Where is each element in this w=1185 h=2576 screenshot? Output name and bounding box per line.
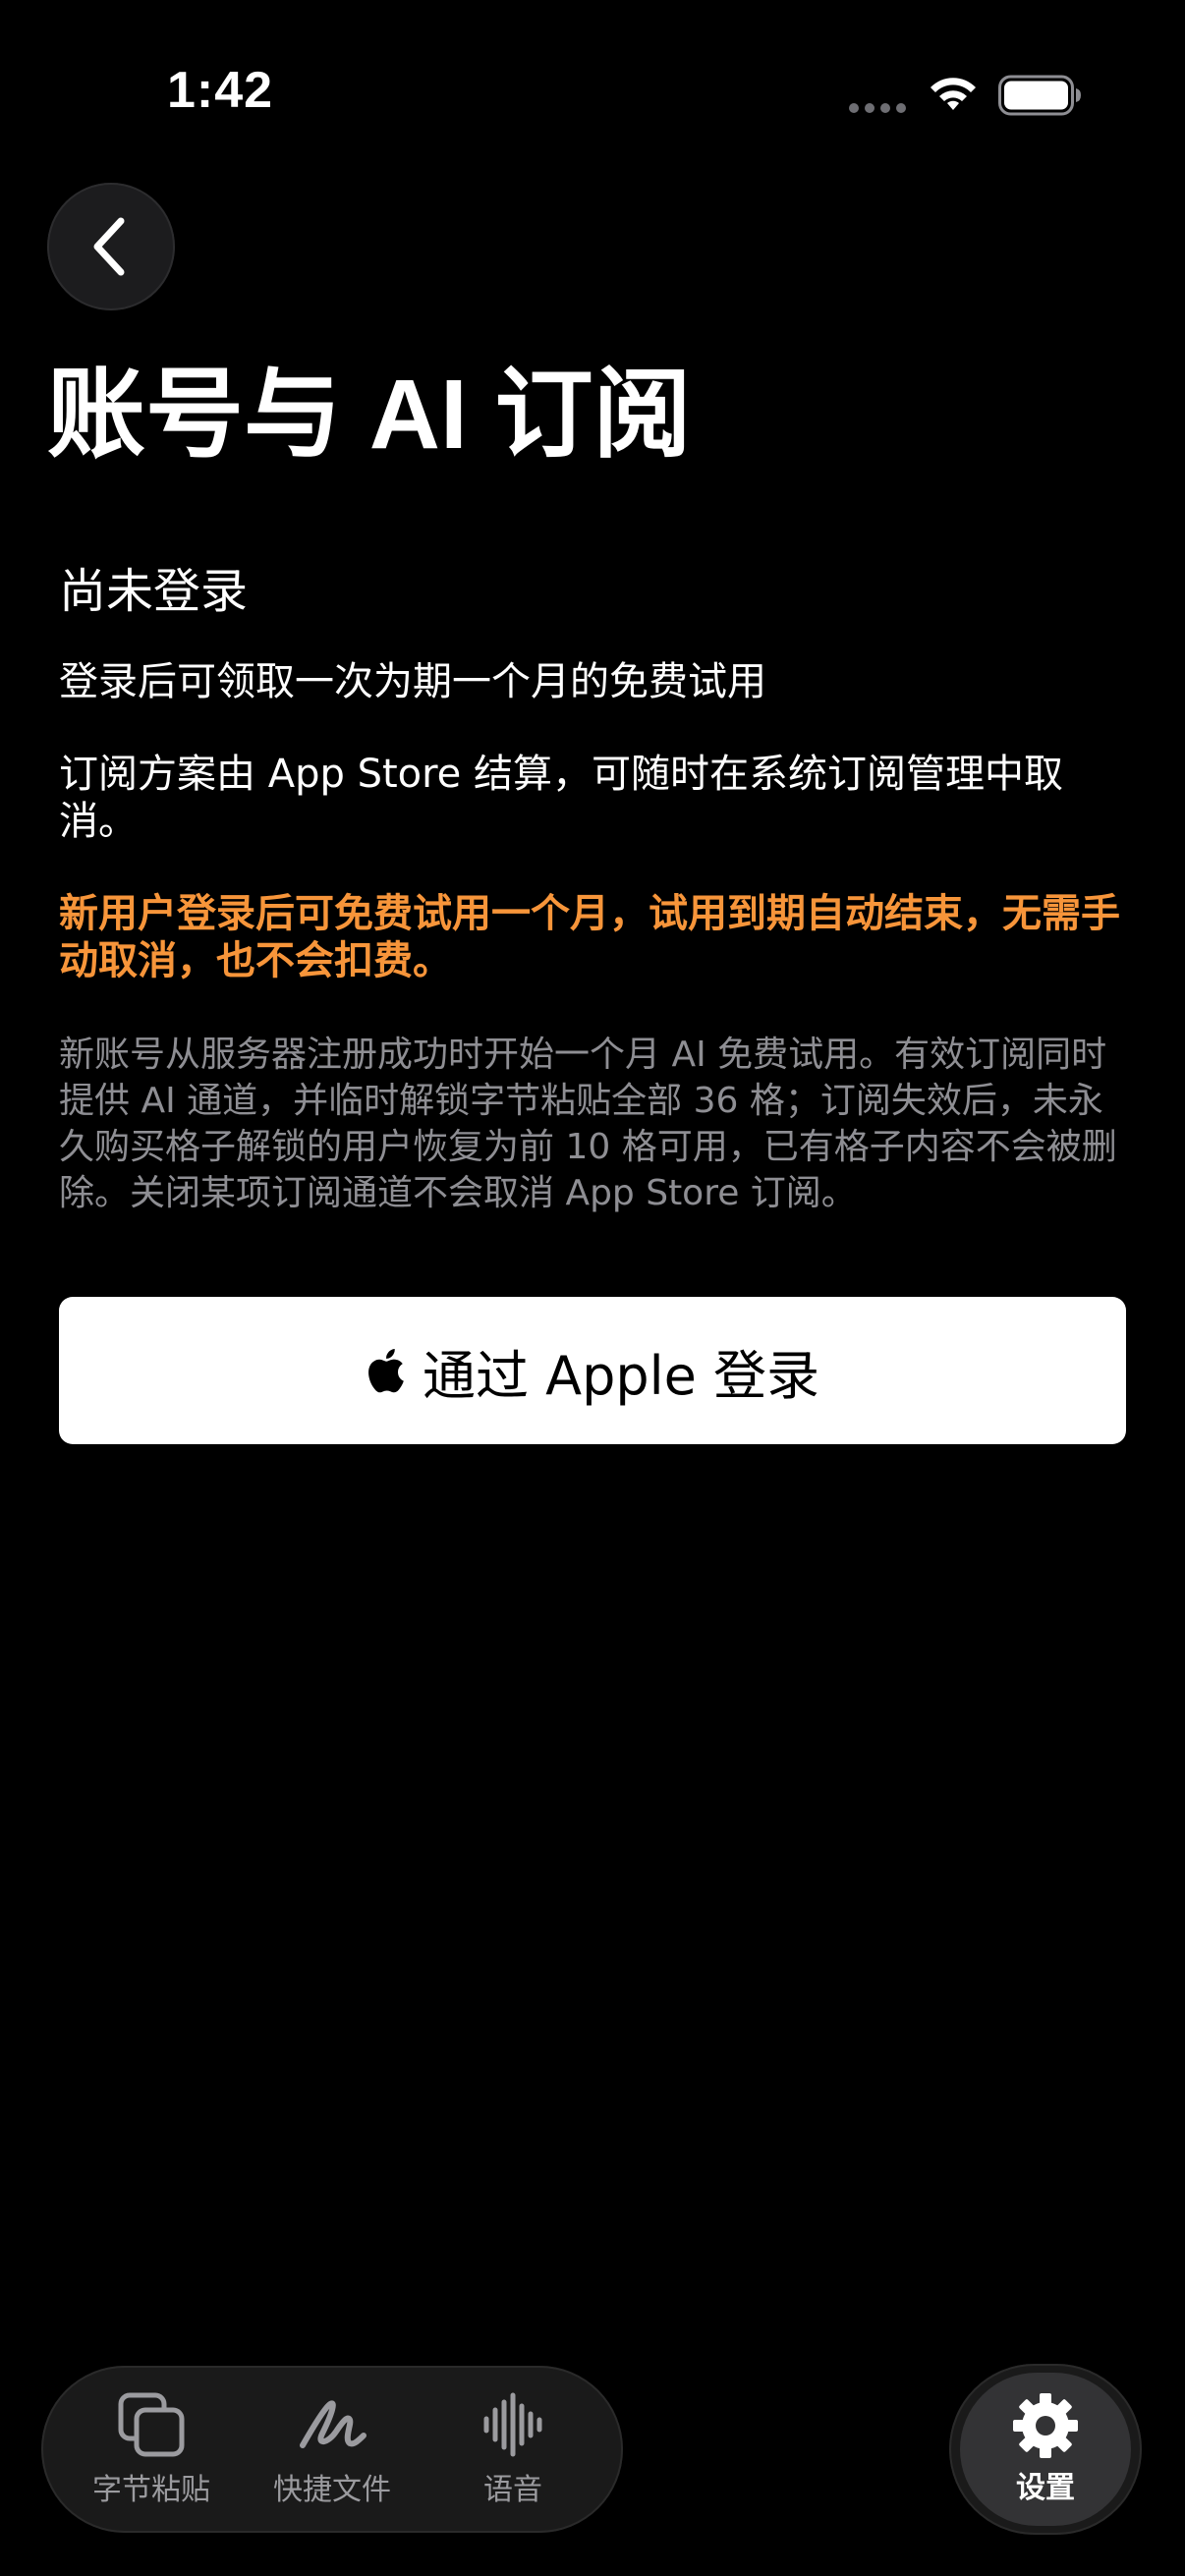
tab-voice[interactable]: 语音 bbox=[424, 2390, 601, 2508]
status-time: 1:42 bbox=[167, 62, 274, 119]
tab-byte-paste[interactable]: 字节粘贴 bbox=[63, 2390, 240, 2508]
tab-quick-files-label: 快捷文件 bbox=[273, 2473, 391, 2507]
tab-settings-label: 设置 bbox=[1016, 2471, 1075, 2505]
waveform-icon bbox=[483, 2392, 542, 2457]
wifi-icon bbox=[931, 78, 976, 110]
apple-sign-in-button[interactable]: 通过 Apple 登录 bbox=[59, 1297, 1126, 1444]
tab-byte-paste-label: 字节粘贴 bbox=[92, 2473, 210, 2507]
tab-voice-label: 语音 bbox=[483, 2473, 542, 2507]
highlight-note: 新用户登录后可免费试用一个月，试用到期自动结束，无需手动取消，也不会扣费。 bbox=[59, 891, 1120, 983]
chevron-left-icon bbox=[93, 217, 125, 276]
page-title: 账号与 AI 订阅 bbox=[47, 360, 692, 470]
tab-quick-files[interactable]: 快捷文件 bbox=[244, 2390, 421, 2508]
scribble-icon bbox=[300, 2400, 367, 2448]
trial-note: 登录后可领取一次为期一个月的免费试用 bbox=[59, 659, 766, 704]
billing-note: 订阅方案由 App Store 结算，可随时在系统订阅管理中取消。 bbox=[59, 752, 1064, 844]
apple-sign-in-label: 通过 Apple 登录 bbox=[422, 1344, 820, 1407]
cellular-signal-icon bbox=[849, 103, 906, 113]
apple-logo-icon bbox=[368, 1349, 404, 1393]
copy-icon bbox=[118, 2392, 185, 2457]
login-status-text: 尚未登录 bbox=[59, 564, 249, 619]
back-button[interactable] bbox=[47, 183, 175, 310]
subscription-detail-note: 新账号从服务器注册成功时开始一个月 AI 免费试用。有效订阅同时提供 AI 通道… bbox=[59, 1035, 1117, 1213]
account-section: 尚未登录 登录后可领取一次为期一个月的免费试用 订阅方案由 App Store … bbox=[59, 560, 1130, 1216]
gear-icon bbox=[1013, 2393, 1078, 2458]
battery-icon bbox=[998, 75, 1081, 116]
tab-settings[interactable]: 设置 bbox=[949, 2364, 1142, 2535]
tab-bar: 字节粘贴 快捷文件 语音 bbox=[41, 2366, 623, 2533]
